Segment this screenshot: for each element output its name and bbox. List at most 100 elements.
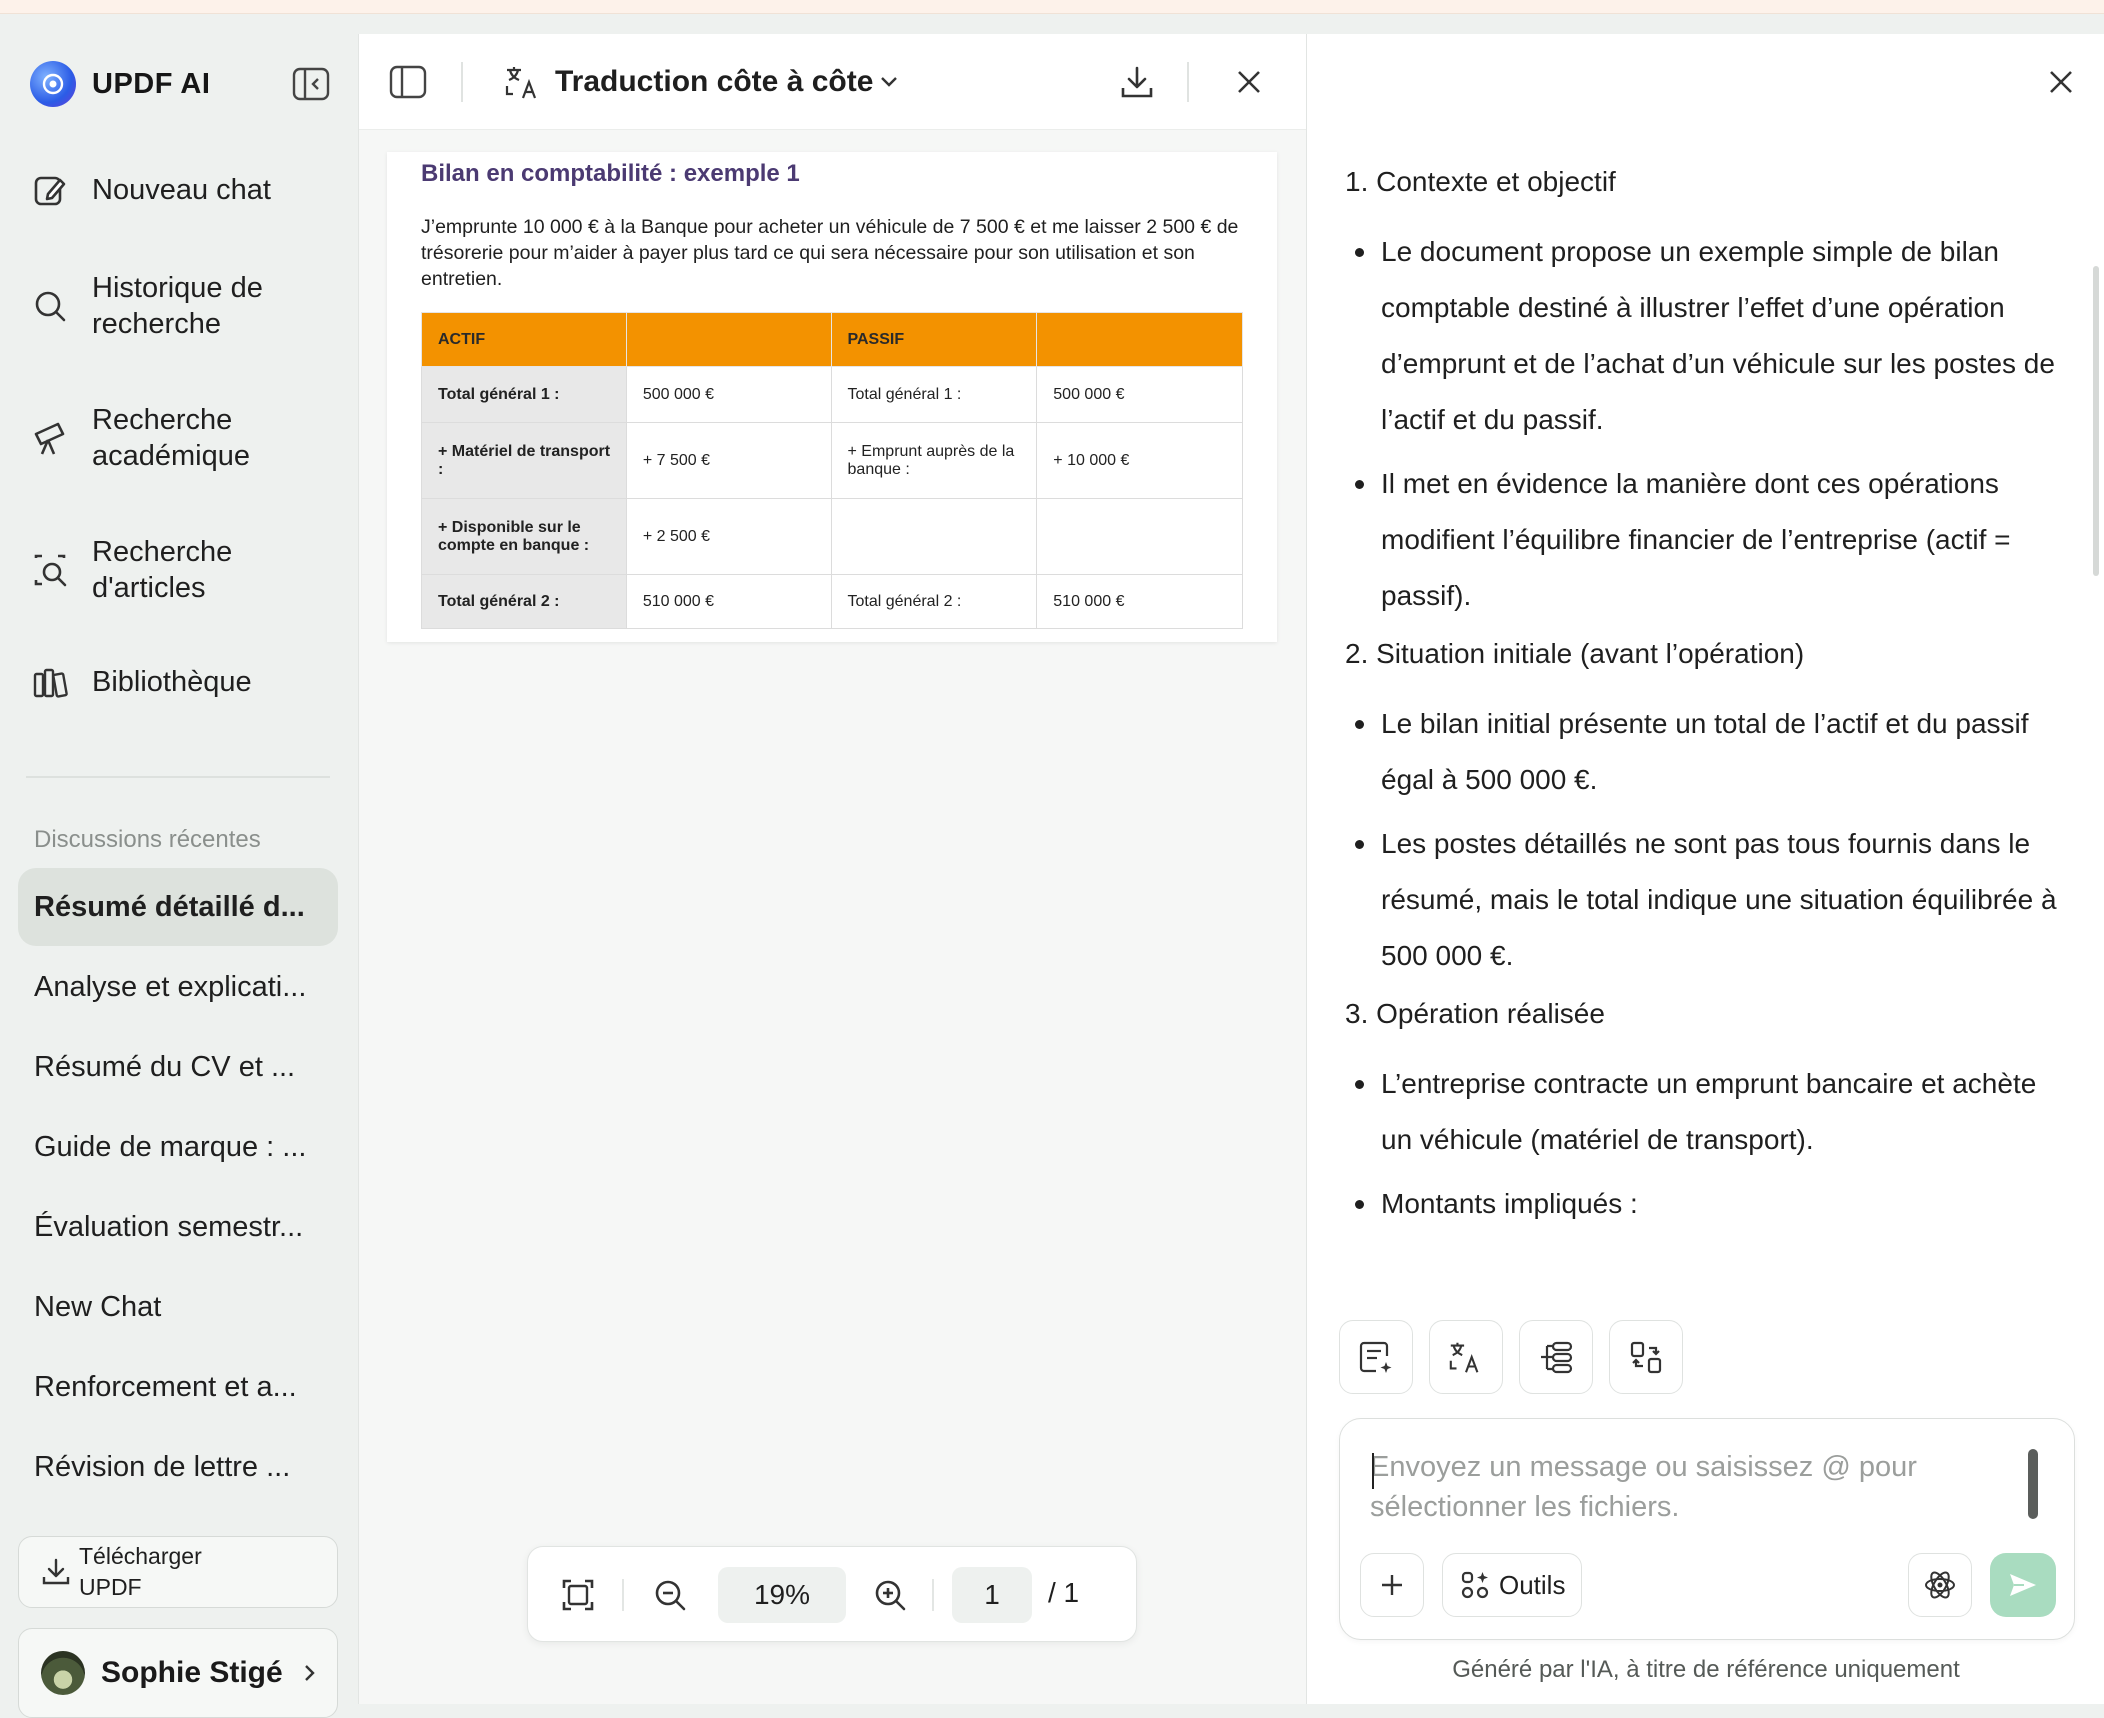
quick-tools	[1339, 1320, 1683, 1394]
bullet-item: Le document propose un exemple simple de…	[1345, 224, 2065, 448]
table-cell: 510 000 €	[625, 574, 832, 629]
message-input[interactable]	[1370, 1447, 2020, 1537]
table-cell: + Emprunt auprès de la banque :	[830, 422, 1038, 499]
bullet-item: Les postes détaillés ne sont pas tous fo…	[1345, 816, 2065, 984]
table-cell	[830, 498, 1038, 575]
recent-item[interactable]: Guide de marque : ...	[18, 1108, 338, 1186]
library-icon	[33, 668, 68, 698]
sidebar-divider	[26, 776, 330, 778]
section-heading: 2. Situation initiale (avant l’opération…	[1345, 638, 1805, 669]
chevron-right-icon	[304, 1665, 315, 1681]
translate-button[interactable]	[1429, 1320, 1503, 1394]
table-row: Total général 2 : 510 000 € Total généra…	[421, 574, 1243, 629]
summarize-icon	[1359, 1341, 1392, 1373]
recent-item[interactable]: New Chat	[18, 1268, 338, 1346]
balance-sheet-table: ACTIF PASSIF Total général 1 : 500 000 €…	[421, 312, 1243, 629]
bullet-item: Le bilan initial présente un total de l’…	[1345, 696, 2065, 808]
message-composer: Outils	[1339, 1418, 2075, 1640]
download-icon	[42, 1558, 70, 1585]
recent-discussions-title: Discussions récentes	[34, 826, 261, 853]
table-row: + Matériel de transport : + 7 500 € + Em…	[421, 422, 1243, 499]
nav-new-chat[interactable]: Nouveau chat	[30, 170, 330, 210]
mind-map-button[interactable]	[1519, 1320, 1593, 1394]
nav-label: Bibliothèque	[92, 666, 252, 698]
recent-item[interactable]: Résumé détaillé d...	[18, 868, 338, 946]
scrollbar[interactable]	[2093, 266, 2099, 576]
nav-article-search[interactable]: Recherche d'articles	[30, 534, 330, 606]
fit-page-icon[interactable]	[558, 1575, 598, 1615]
page-number-input[interactable]: 1	[952, 1567, 1032, 1623]
page-title: Bilan en comptabilité : exemple 1	[421, 160, 800, 187]
ai-response: 1. Contexte et objectif Le document prop…	[1345, 162, 2065, 1242]
explain-button[interactable]	[1609, 1320, 1683, 1394]
recent-item[interactable]: Révision de lettre ...	[18, 1428, 338, 1506]
header-separator	[1187, 62, 1189, 102]
tools-label: Outils	[1499, 1569, 1566, 1600]
page-paragraph: J’emprunte 10 000 € à la Banque pour ach…	[421, 216, 1239, 290]
summarize-button[interactable]	[1339, 1320, 1413, 1394]
table-header-row: ACTIF PASSIF	[421, 312, 1243, 367]
updf-logo-icon	[30, 61, 76, 107]
download-icon[interactable]	[1117, 62, 1157, 102]
user-profile-button[interactable]: Sophie Stigé	[18, 1628, 338, 1718]
translation-mode-title[interactable]: Traduction côte à côte	[555, 62, 873, 102]
close-icon[interactable]	[2047, 68, 2075, 96]
send-button[interactable]	[1990, 1553, 2056, 1617]
section-heading: 3. Opération réalisée	[1345, 998, 1605, 1029]
page-total: / 1	[1048, 1577, 1080, 1608]
table-row: Total général 1 : 500 000 € Total généra…	[421, 366, 1243, 423]
bullet-list: Le document propose un exemple simple de…	[1345, 224, 2065, 624]
tools-button[interactable]: Outils	[1442, 1553, 1582, 1617]
zoom-in-icon[interactable]	[870, 1575, 910, 1615]
bullet-item: Il met en évidence la manière dont ces o…	[1345, 456, 2065, 624]
recent-item[interactable]: Résumé du CV et ...	[18, 1028, 338, 1106]
table-cell: + Disponible sur le compte en banque :	[421, 498, 627, 575]
ai-panel: 1. Contexte et objectif Le document prop…	[1306, 34, 2104, 1704]
collapse-sidebar-icon[interactable]	[292, 66, 330, 102]
table-cell: 500 000 €	[625, 366, 832, 423]
brand[interactable]: UPDF AI	[30, 58, 210, 110]
user-name: Sophie Stigé	[101, 1656, 283, 1689]
document-panel: Traduction côte à côte Bilan en comptabi…	[358, 34, 1307, 1704]
recent-item[interactable]: Analyse et explicati...	[18, 948, 338, 1026]
sidebar-toggle-icon[interactable]	[389, 64, 427, 100]
zoom-out-icon[interactable]	[650, 1575, 690, 1615]
nav-label: Nouveau chat	[92, 174, 271, 206]
send-icon	[2010, 1574, 2036, 1596]
table-cell: 510 000 €	[1036, 574, 1243, 629]
recent-item[interactable]: Évaluation semestr...	[18, 1188, 338, 1266]
chevron-down-icon[interactable]	[877, 70, 901, 94]
new-chat-icon	[34, 176, 66, 206]
table-cell	[1036, 498, 1243, 575]
zoom-toolbar: 19% 1 / 1	[527, 1546, 1137, 1642]
bullet-item: Montants impliqués :	[1345, 1176, 2065, 1232]
bullet-list: Le bilan initial présente un total de l’…	[1345, 696, 2065, 984]
table-cell: Total général 2 :	[830, 574, 1038, 629]
table-cell: Total général 1 :	[830, 366, 1038, 423]
table-header-cell	[1036, 312, 1243, 367]
input-scrollbar[interactable]	[2028, 1449, 2038, 1519]
translate-icon	[505, 67, 537, 99]
telescope-icon	[34, 422, 65, 455]
document-page: Bilan en comptabilité : exemple 1 J’empr…	[387, 152, 1277, 642]
toolbar-separator	[622, 1579, 624, 1611]
tools-icon	[1461, 1571, 1489, 1599]
model-select-button[interactable]	[1908, 1553, 1972, 1617]
article-search-icon	[34, 554, 67, 587]
table-header-cell	[625, 312, 832, 367]
ai-disclaimer: Généré par l'IA, à titre de référence un…	[1452, 1656, 1960, 1683]
zoom-level[interactable]: 19%	[718, 1567, 846, 1623]
atom-icon	[1925, 1571, 1955, 1599]
recent-item[interactable]: Renforcement et a...	[18, 1348, 338, 1426]
nav-label: Recherche d'articles	[92, 536, 233, 604]
bullet-list: L’entreprise contracte un emprunt bancai…	[1345, 1056, 2065, 1232]
nav-search-history[interactable]: Historique de recherche	[30, 270, 330, 342]
download-updf-button[interactable]: Télécharger UPDF	[18, 1536, 338, 1608]
nav-library[interactable]: Bibliothèque	[30, 662, 330, 702]
nav-academic-search[interactable]: Recherche académique	[30, 402, 330, 474]
close-icon[interactable]	[1235, 68, 1263, 96]
add-attachment-button[interactable]	[1360, 1553, 1424, 1617]
plus-icon	[1382, 1575, 1402, 1595]
mind-map-icon	[1541, 1341, 1573, 1374]
brand-name: UPDF AI	[92, 67, 211, 100]
